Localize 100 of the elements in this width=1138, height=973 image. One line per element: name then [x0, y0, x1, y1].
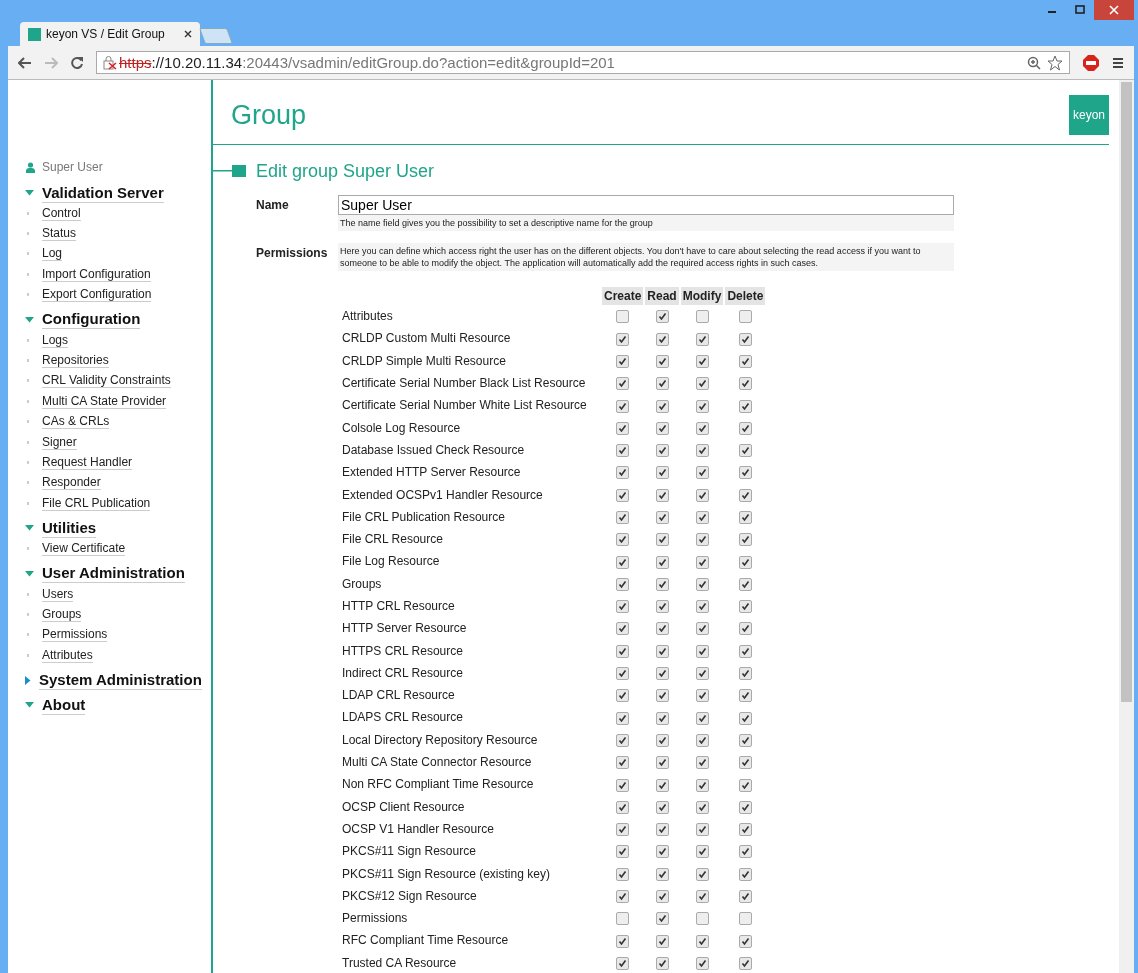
- checkbox[interactable]: [616, 778, 630, 792]
- checkbox[interactable]: [695, 533, 709, 547]
- checkbox[interactable]: [616, 511, 630, 524]
- sidebar-link[interactable]: Attributes: [42, 647, 93, 663]
- checkbox[interactable]: [616, 689, 630, 703]
- checkbox[interactable]: [695, 399, 709, 413]
- checkbox[interactable]: [738, 622, 752, 636]
- checkbox[interactable]: [616, 354, 630, 368]
- checkbox[interactable]: [738, 444, 752, 458]
- checkbox[interactable]: [695, 310, 709, 324]
- checkbox[interactable]: [655, 533, 669, 547]
- checkbox[interactable]: [738, 711, 752, 725]
- checkbox[interactable]: [655, 555, 669, 569]
- menu-section-header[interactable]: About: [8, 695, 211, 716]
- checkbox[interactable]: [655, 488, 669, 502]
- star-icon[interactable]: [1047, 54, 1063, 71]
- checkbox[interactable]: [738, 956, 752, 970]
- checkbox[interactable]: [738, 934, 752, 948]
- checkbox[interactable]: [616, 733, 630, 747]
- sidebar-link[interactable]: Logs: [42, 332, 69, 348]
- adblock-icon[interactable]: [1082, 53, 1100, 72]
- checkbox[interactable]: [655, 689, 669, 703]
- checkbox[interactable]: [695, 800, 709, 814]
- checkbox[interactable]: [616, 466, 630, 480]
- sidebar-link[interactable]: Repositories: [42, 353, 109, 369]
- scrollbar[interactable]: [1119, 80, 1134, 973]
- checkbox[interactable]: [695, 956, 709, 970]
- checkbox[interactable]: [695, 600, 709, 614]
- checkbox[interactable]: [738, 689, 752, 703]
- checkbox[interactable]: [738, 399, 752, 413]
- menu-section-header[interactable]: User Administration: [8, 563, 211, 584]
- checkbox[interactable]: [738, 354, 752, 368]
- checkbox[interactable]: [695, 444, 709, 458]
- checkbox[interactable]: [616, 444, 630, 458]
- checkbox[interactable]: [695, 733, 709, 747]
- checkbox[interactable]: [655, 733, 669, 747]
- menu-icon[interactable]: [1112, 56, 1124, 69]
- checkbox[interactable]: [695, 867, 709, 881]
- checkbox[interactable]: [695, 555, 709, 569]
- checkbox[interactable]: [655, 778, 669, 792]
- checkbox[interactable]: [616, 756, 630, 770]
- close-button[interactable]: [1094, 0, 1134, 20]
- checkbox[interactable]: [738, 466, 752, 480]
- sidebar-link[interactable]: View Certificate: [42, 541, 126, 557]
- sidebar-link[interactable]: File CRL Publication: [42, 495, 151, 511]
- zoom-icon[interactable]: [1027, 55, 1041, 70]
- checkbox[interactable]: [738, 778, 752, 792]
- checkbox[interactable]: [738, 644, 752, 658]
- checkbox[interactable]: [695, 667, 709, 681]
- checkbox[interactable]: [616, 644, 630, 658]
- checkbox[interactable]: [738, 377, 752, 391]
- checkbox[interactable]: [655, 934, 669, 948]
- sidebar-link[interactable]: Users: [42, 586, 74, 602]
- sidebar-link[interactable]: CAs & CRLs: [42, 414, 110, 430]
- checkbox[interactable]: [738, 667, 752, 681]
- checkbox[interactable]: [695, 332, 709, 346]
- checkbox[interactable]: [738, 488, 752, 502]
- checkbox[interactable]: [655, 511, 669, 524]
- checkbox[interactable]: [616, 377, 630, 391]
- checkbox[interactable]: [738, 823, 752, 837]
- checkbox[interactable]: [655, 956, 669, 970]
- checkbox[interactable]: [616, 488, 630, 502]
- checkbox[interactable]: [655, 622, 669, 636]
- checkbox[interactable]: [655, 354, 669, 368]
- sidebar-link[interactable]: Permissions: [42, 627, 108, 643]
- menu-section-header[interactable]: Validation Server: [8, 183, 211, 203]
- checkbox[interactable]: [738, 733, 752, 747]
- checkbox[interactable]: [738, 800, 752, 814]
- checkbox[interactable]: [695, 845, 709, 859]
- checkbox[interactable]: [655, 600, 669, 614]
- menu-section-header[interactable]: System Administration: [8, 670, 211, 691]
- checkbox[interactable]: [695, 890, 709, 904]
- checkbox[interactable]: [695, 488, 709, 502]
- checkbox[interactable]: [695, 756, 709, 770]
- checkbox[interactable]: [738, 912, 752, 926]
- checkbox[interactable]: [616, 890, 630, 904]
- checkbox[interactable]: [616, 867, 630, 881]
- checkbox[interactable]: [616, 310, 630, 324]
- checkbox[interactable]: [695, 711, 709, 725]
- checkbox[interactable]: [655, 867, 669, 881]
- checkbox[interactable]: [695, 778, 709, 792]
- checkbox[interactable]: [738, 845, 752, 859]
- checkbox[interactable]: [655, 466, 669, 480]
- checkbox[interactable]: [655, 912, 669, 926]
- name-field[interactable]: Super User: [338, 195, 954, 215]
- checkbox[interactable]: [655, 444, 669, 458]
- checkbox[interactable]: [738, 867, 752, 881]
- checkbox[interactable]: [616, 533, 630, 547]
- checkbox[interactable]: [655, 845, 669, 859]
- checkbox[interactable]: [655, 399, 669, 413]
- checkbox[interactable]: [616, 711, 630, 725]
- close-icon[interactable]: [184, 30, 192, 38]
- menu-section-header[interactable]: Configuration: [8, 309, 211, 330]
- checkbox[interactable]: [655, 644, 669, 658]
- checkbox[interactable]: [616, 399, 630, 413]
- checkbox[interactable]: [616, 845, 630, 859]
- checkbox[interactable]: [616, 622, 630, 636]
- checkbox[interactable]: [695, 354, 709, 368]
- browser-tab[interactable]: keyon VS / Edit Group: [20, 22, 200, 46]
- checkbox[interactable]: [738, 310, 752, 324]
